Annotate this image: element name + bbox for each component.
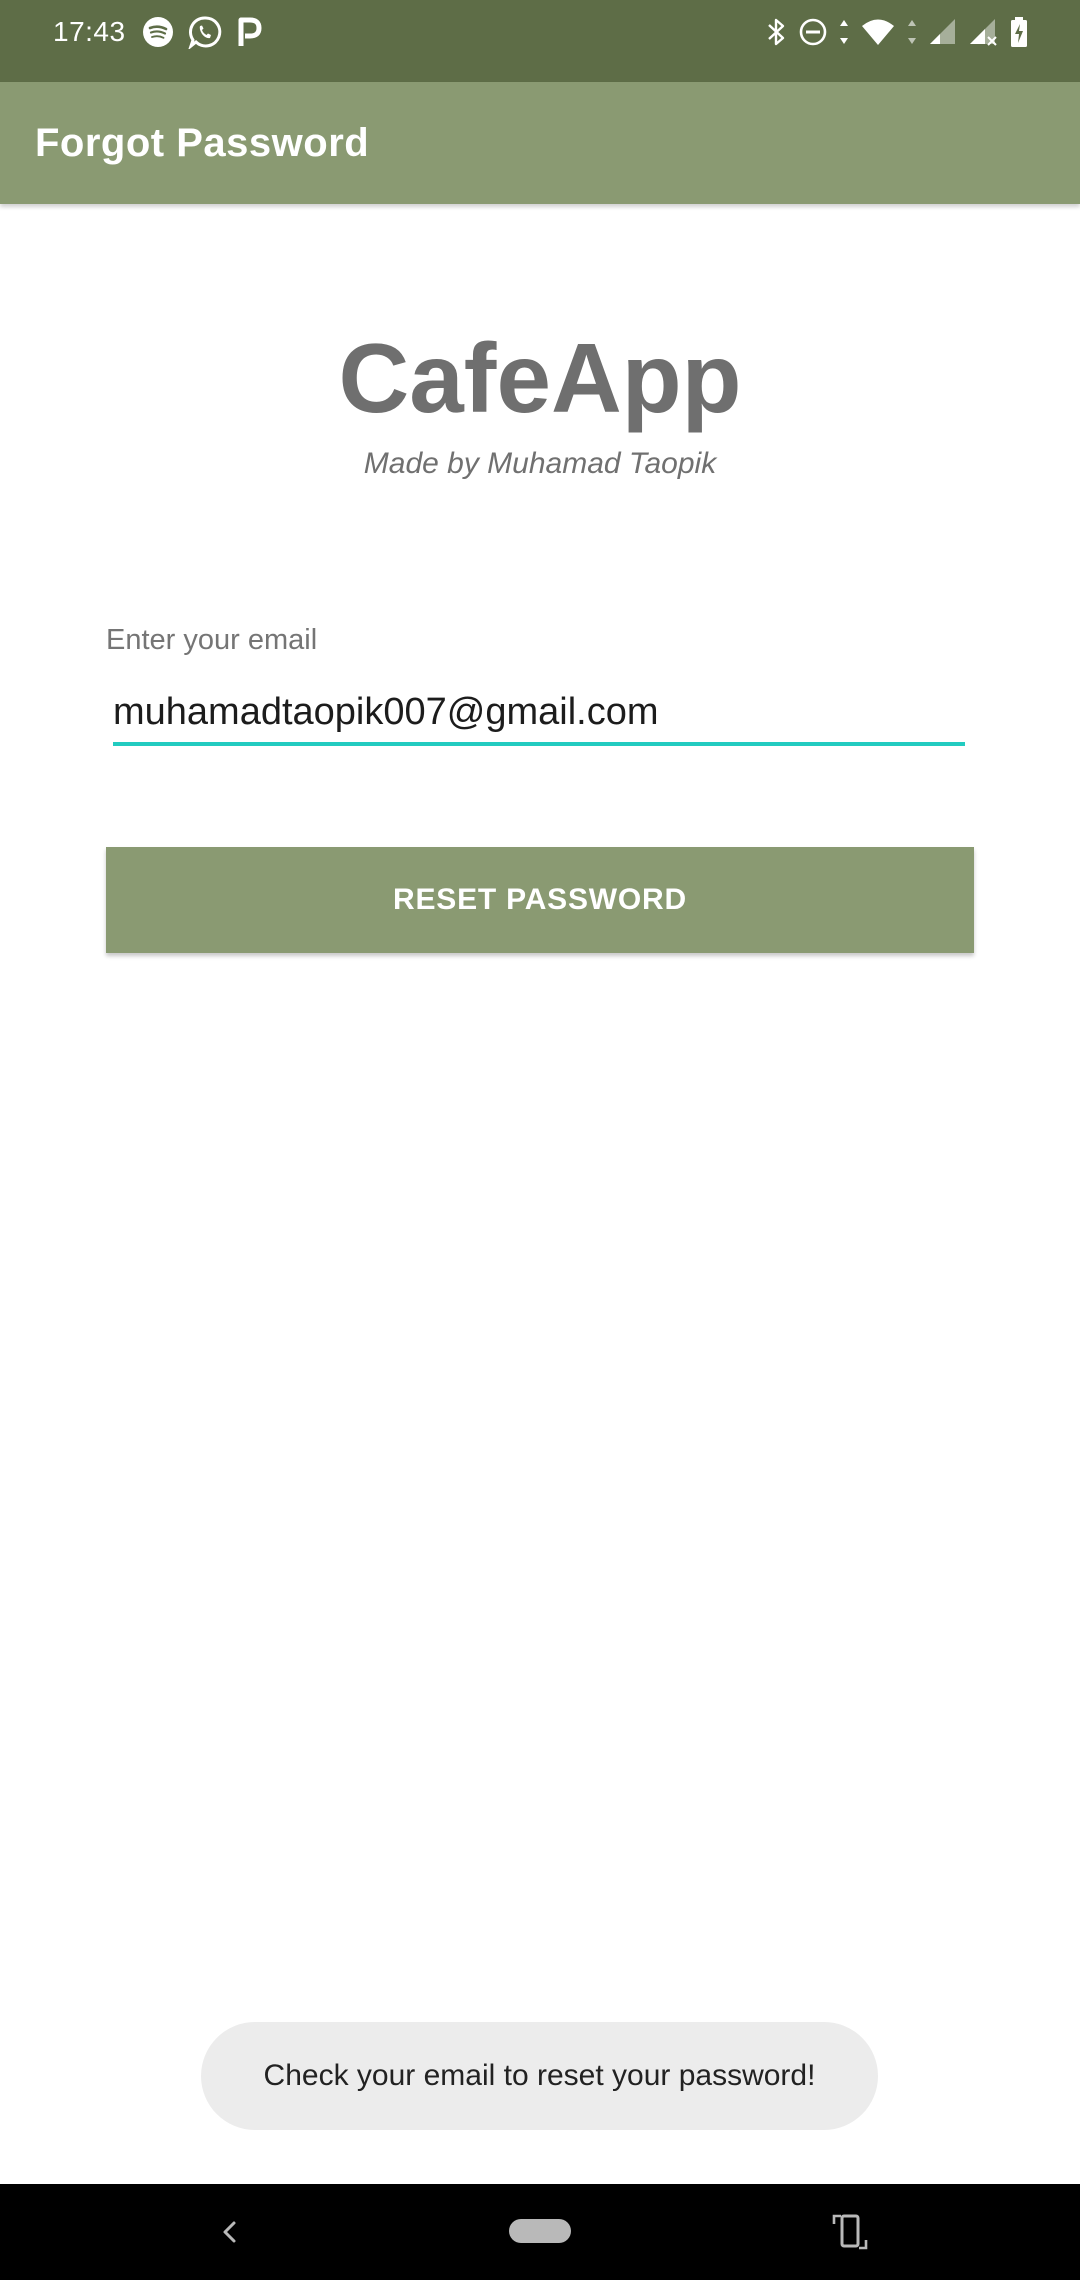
rotate-icon[interactable] — [830, 2210, 870, 2254]
data-arrows-icon — [908, 20, 916, 44]
navigation-bar — [0, 2184, 1080, 2280]
email-field[interactable] — [113, 682, 965, 746]
bluetooth-icon — [768, 18, 785, 46]
status-bar: 17:43 — [0, 0, 1080, 82]
signal-weak-icon — [930, 19, 955, 44]
app-logo-subtitle: Made by Muhamad Taopik — [363, 447, 717, 480]
toast-message: Check your email to reset your password! — [201, 2022, 878, 2130]
system-icons — [766, 14, 1028, 50]
wifi-icon — [862, 19, 894, 45]
parking-p-icon — [238, 17, 262, 46]
do-not-disturb-icon — [799, 18, 827, 46]
app-logo-title: CafeApp — [338, 323, 742, 433]
data-arrows-icon — [840, 20, 848, 44]
forgot-password-screen: 17:43 Forgot Password CafeApp Made by Mu… — [0, 0, 1080, 2280]
notification-icons — [142, 14, 262, 50]
whatsapp-icon — [188, 16, 222, 49]
reset-password-button[interactable]: RESET PASSWORD — [106, 847, 974, 953]
status-time: 17:43 — [53, 16, 126, 47]
home-pill-icon[interactable] — [509, 2219, 571, 2243]
app-bar: Forgot Password — [0, 82, 1080, 204]
signal-icon — [970, 19, 997, 46]
battery-charging-icon — [1011, 17, 1027, 47]
back-icon[interactable] — [212, 2214, 248, 2250]
spotify-icon — [143, 17, 173, 47]
page-title: Forgot Password — [35, 121, 370, 165]
email-field-label: Enter your email — [106, 624, 318, 656]
